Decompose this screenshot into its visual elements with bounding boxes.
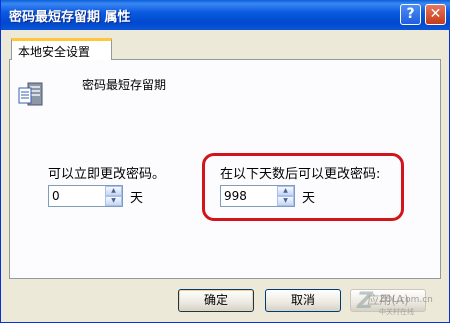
tab-label: 本地安全设置: [18, 45, 91, 59]
days-value[interactable]: 998: [224, 189, 247, 203]
days-change-label: 在以下天数后可以更改密码:: [220, 167, 381, 182]
watermark-url: ZOL.com.cn: [379, 295, 433, 305]
days-spinbox[interactable]: 998 ▲ ▼: [220, 185, 295, 207]
spin-down-icon[interactable]: ▼: [277, 196, 294, 206]
help-button[interactable]: ?: [400, 4, 421, 25]
zol-watermark: Z ZOL.com.cn 中关村在线: [357, 289, 445, 319]
tab-local-security-setting[interactable]: 本地安全设置: [11, 38, 112, 60]
spin-down-icon[interactable]: ▼: [105, 196, 122, 206]
watermark-subtitle: 中关村在线: [379, 308, 414, 316]
server-policy-icon: [18, 82, 43, 106]
immediate-days-spinbox[interactable]: 0 ▲ ▼: [48, 185, 123, 207]
close-icon: ✕: [429, 6, 442, 22]
immediate-days-value[interactable]: 0: [52, 189, 60, 203]
immediate-days-unit: 天: [130, 191, 144, 206]
days-spinner-arrows[interactable]: ▲ ▼: [277, 186, 294, 206]
ok-button[interactable]: 确定: [178, 289, 254, 312]
spin-up-icon[interactable]: ▲: [105, 186, 122, 196]
properties-dialog: 密码最短存留期 属性 ? ✕ 本地安全设置 密码最短存留期 可以立即更改密码。 …: [0, 0, 450, 323]
cancel-button[interactable]: 取消: [265, 289, 341, 312]
immediate-spinner-arrows[interactable]: ▲ ▼: [105, 186, 122, 206]
spin-up-icon[interactable]: ▲: [277, 186, 294, 196]
window-title: 密码最短存留期 属性: [9, 10, 131, 25]
immediate-change-label: 可以立即更改密码。: [48, 167, 166, 182]
close-button[interactable]: ✕: [425, 4, 446, 25]
policy-name: 密码最短存留期: [82, 78, 167, 92]
help-icon: ?: [406, 6, 415, 22]
zol-logo: Z: [357, 289, 373, 314]
title-bar[interactable]: 密码最短存留期 属性 ? ✕: [1, 0, 450, 30]
days-unit: 天: [302, 191, 316, 206]
